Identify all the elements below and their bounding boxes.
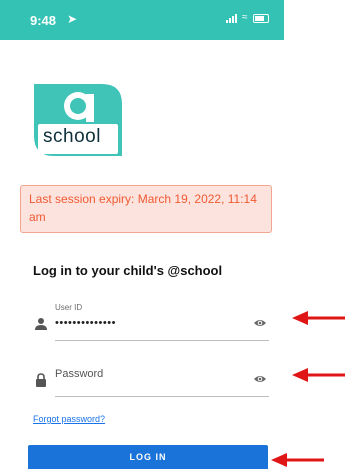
status-time: 9:48	[30, 13, 57, 28]
user-id-underline	[55, 340, 269, 341]
signal-icon	[226, 14, 237, 23]
wifi-icon: ≈	[242, 12, 248, 23]
user-id-label: User ID	[55, 303, 83, 312]
status-icons: ≈	[226, 13, 269, 23]
lock-icon	[36, 373, 46, 387]
logo-text: school	[43, 126, 101, 147]
user-id-field[interactable]: User ID ••••••••••••••	[33, 303, 269, 341]
status-bar: 9:48 ➤ ≈	[0, 0, 284, 40]
navigation-arrow-icon: ➤	[67, 12, 78, 26]
login-button[interactable]: LOG IN	[28, 445, 268, 469]
battery-icon	[252, 14, 269, 23]
person-icon	[35, 318, 47, 330]
password-input[interactable]: Password	[55, 368, 103, 380]
red-arrow-icon	[271, 453, 324, 467]
show-user-id-eye-icon[interactable]	[253, 316, 267, 330]
user-id-input[interactable]: ••••••••••••••	[55, 317, 116, 329]
forgot-password-link[interactable]: Forgot password?	[33, 414, 105, 424]
password-underline	[55, 396, 269, 397]
red-arrow-icon	[292, 368, 345, 382]
red-arrow-icon	[292, 311, 345, 325]
session-expiry-alert: Last session expiry: March 19, 2022, 11:…	[20, 185, 272, 233]
show-password-eye-icon[interactable]	[253, 372, 267, 386]
page-title: Log in to your child's @school	[33, 263, 223, 278]
password-field[interactable]: Password	[33, 359, 269, 397]
